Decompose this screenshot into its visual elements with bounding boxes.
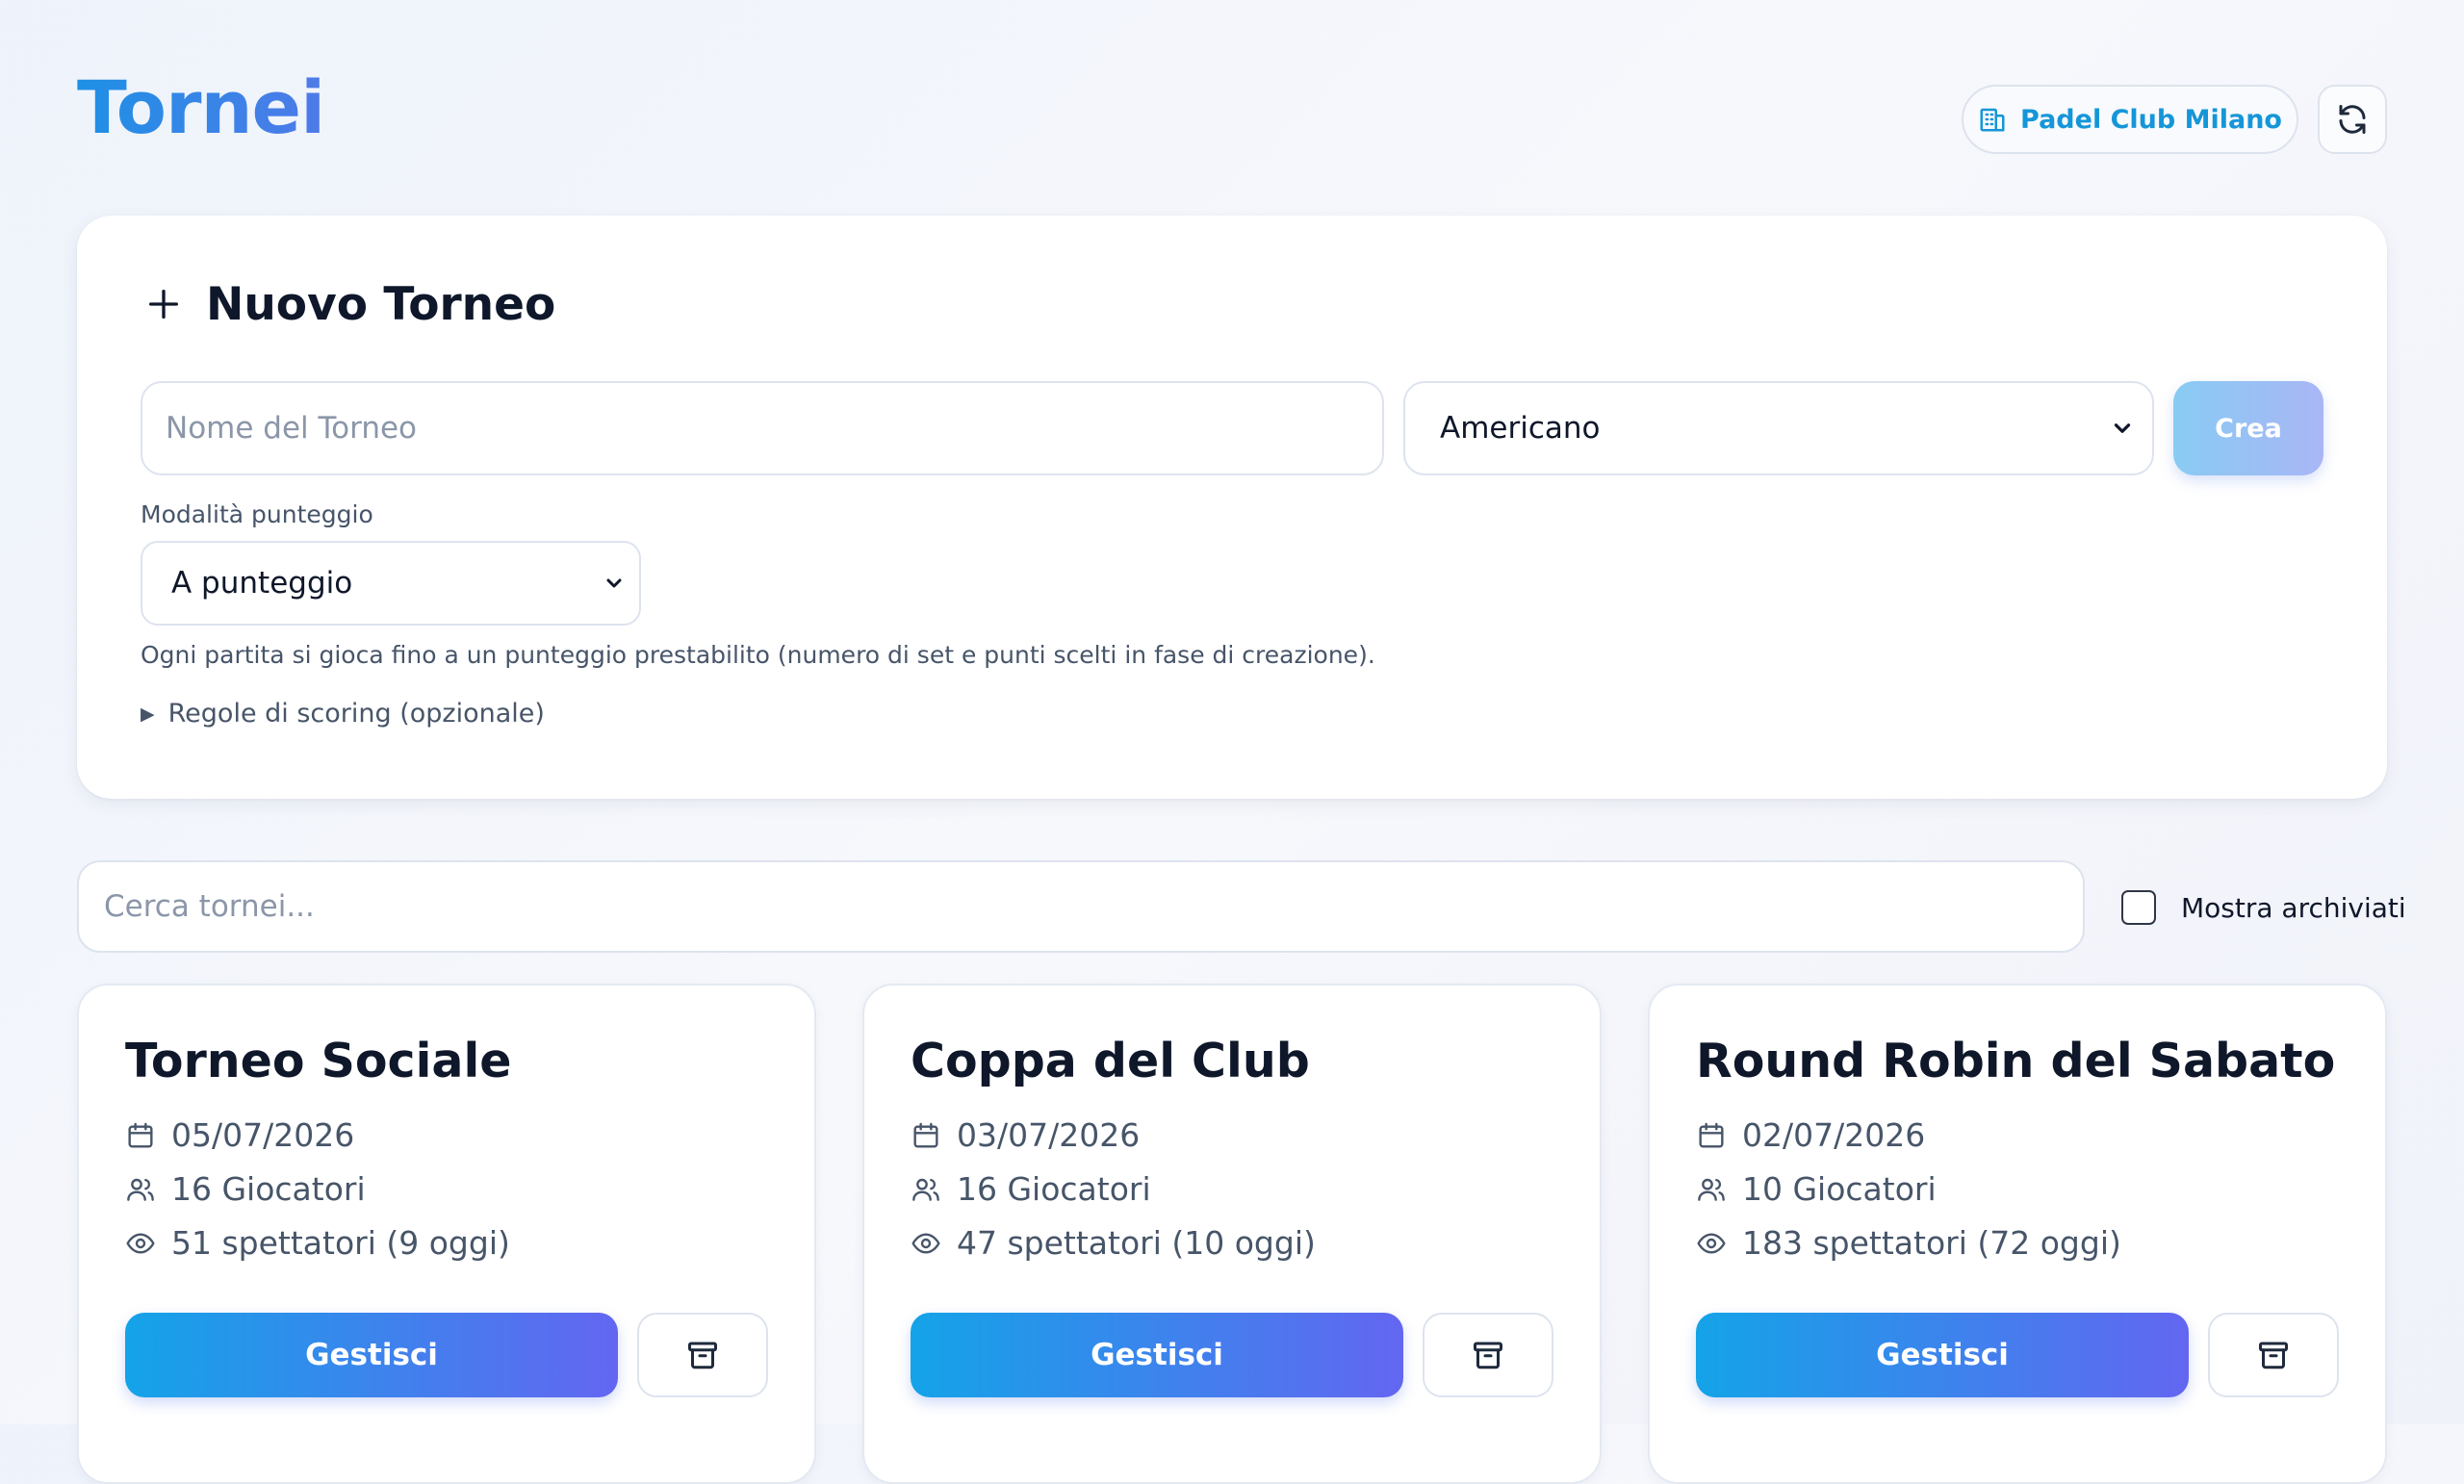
archive-button[interactable] <box>2208 1313 2339 1397</box>
tournament-spectators-text: 47 spettatori (10 oggi) <box>957 1224 1316 1262</box>
refresh-icon <box>2339 105 2366 134</box>
eye-icon <box>911 1232 940 1254</box>
show-archived-checkbox[interactable] <box>2121 890 2156 925</box>
search-input[interactable] <box>77 860 2085 953</box>
archive-button[interactable] <box>637 1313 768 1397</box>
tournament-date-text: 02/07/2026 <box>1742 1116 1926 1154</box>
tournament-type-value: Americano <box>1440 411 1601 446</box>
club-name: Padel Club Milano <box>2020 104 2282 135</box>
archive-icon <box>2259 1342 2288 1369</box>
show-archived-label: Mostra archiviati <box>2181 891 2406 924</box>
tournament-date: 02/07/2026 <box>1696 1116 1925 1154</box>
tournament-type-select[interactable]: Americano <box>1403 381 2154 475</box>
tournament-spectators-text: 183 spettatori (72 oggi) <box>1742 1224 2121 1262</box>
score-mode-value: A punteggio <box>171 566 353 601</box>
manage-button[interactable]: Gestisci <box>125 1313 618 1397</box>
tournament-title: Torneo Sociale <box>125 1034 512 1088</box>
manage-button[interactable]: Gestisci <box>1696 1313 2189 1397</box>
calendar-icon <box>1699 1122 1724 1148</box>
tournament-card: Torneo Sociale 05/07/2026 16 Giocatori 5… <box>77 984 816 1484</box>
refresh-button[interactable] <box>2318 85 2387 154</box>
new-tournament-heading: Nuovo Torneo <box>144 273 555 335</box>
tournament-players-text: 10 Giocatori <box>1742 1170 1937 1208</box>
tournament-date: 03/07/2026 <box>911 1116 1140 1154</box>
tournament-date: 05/07/2026 <box>125 1116 354 1154</box>
score-mode-select[interactable]: A punteggio <box>141 541 641 626</box>
create-button[interactable]: Crea <box>2173 381 2323 475</box>
score-mode-hint: Ogni partita si gioca fino a un punteggi… <box>141 641 1375 669</box>
tournament-title: Coppa del Club <box>911 1034 1310 1088</box>
users-icon <box>127 1178 154 1201</box>
chevron-down-icon <box>2114 423 2131 433</box>
plus-icon <box>149 290 178 319</box>
tournament-players-text: 16 Giocatori <box>957 1170 1151 1208</box>
archive-icon <box>1474 1342 1502 1369</box>
users-icon <box>1698 1178 1725 1201</box>
show-archived-toggle[interactable]: Mostra archiviati <box>2121 889 2406 926</box>
tournament-players: 16 Giocatori <box>125 1170 366 1208</box>
scoring-rules-toggle[interactable]: ▶ Regole di scoring (opzionale) <box>141 699 545 729</box>
new-tournament-title: Nuovo Torneo <box>206 277 556 331</box>
tournament-card: Round Robin del Sabato 02/07/2026 10 Gio… <box>1648 984 2387 1484</box>
calendar-icon <box>128 1122 153 1148</box>
page-title: Tornei <box>77 60 325 156</box>
manage-button[interactable]: Gestisci <box>911 1313 1403 1397</box>
tournament-players: 16 Giocatori <box>911 1170 1151 1208</box>
building-icon <box>1980 108 2005 132</box>
tournament-spectators: 47 spettatori (10 oggi) <box>911 1224 1316 1262</box>
new-tournament-card: Nuovo Torneo Americano Crea Modalità pun… <box>77 216 2387 799</box>
tournament-name-input[interactable] <box>141 381 1384 475</box>
tournament-spectators: 183 spettatori (72 oggi) <box>1696 1224 2121 1262</box>
disclosure-triangle-icon: ▶ <box>141 703 155 725</box>
tournament-players-text: 16 Giocatori <box>171 1170 366 1208</box>
tournament-players: 10 Giocatori <box>1696 1170 1937 1208</box>
archive-button[interactable] <box>1423 1313 1553 1397</box>
tournament-date-text: 03/07/2026 <box>957 1116 1141 1154</box>
tournament-title: Round Robin del Sabato <box>1696 1034 2336 1088</box>
users-icon <box>912 1178 939 1201</box>
scoring-rules-label: Regole di scoring (opzionale) <box>167 699 545 729</box>
chevron-down-icon <box>606 578 622 588</box>
eye-icon <box>1697 1232 1726 1254</box>
tournament-spectators: 51 spettatori (9 oggi) <box>125 1224 510 1262</box>
eye-icon <box>126 1232 155 1254</box>
club-selector-button[interactable]: Padel Club Milano <box>1962 85 2298 154</box>
calendar-icon <box>913 1122 938 1148</box>
tournament-date-text: 05/07/2026 <box>171 1116 355 1154</box>
archive-icon <box>688 1342 717 1369</box>
score-mode-label: Modalità punteggio <box>141 500 373 528</box>
tournament-spectators-text: 51 spettatori (9 oggi) <box>171 1224 510 1262</box>
tournament-card: Coppa del Club 03/07/2026 16 Giocatori 4… <box>862 984 1602 1484</box>
